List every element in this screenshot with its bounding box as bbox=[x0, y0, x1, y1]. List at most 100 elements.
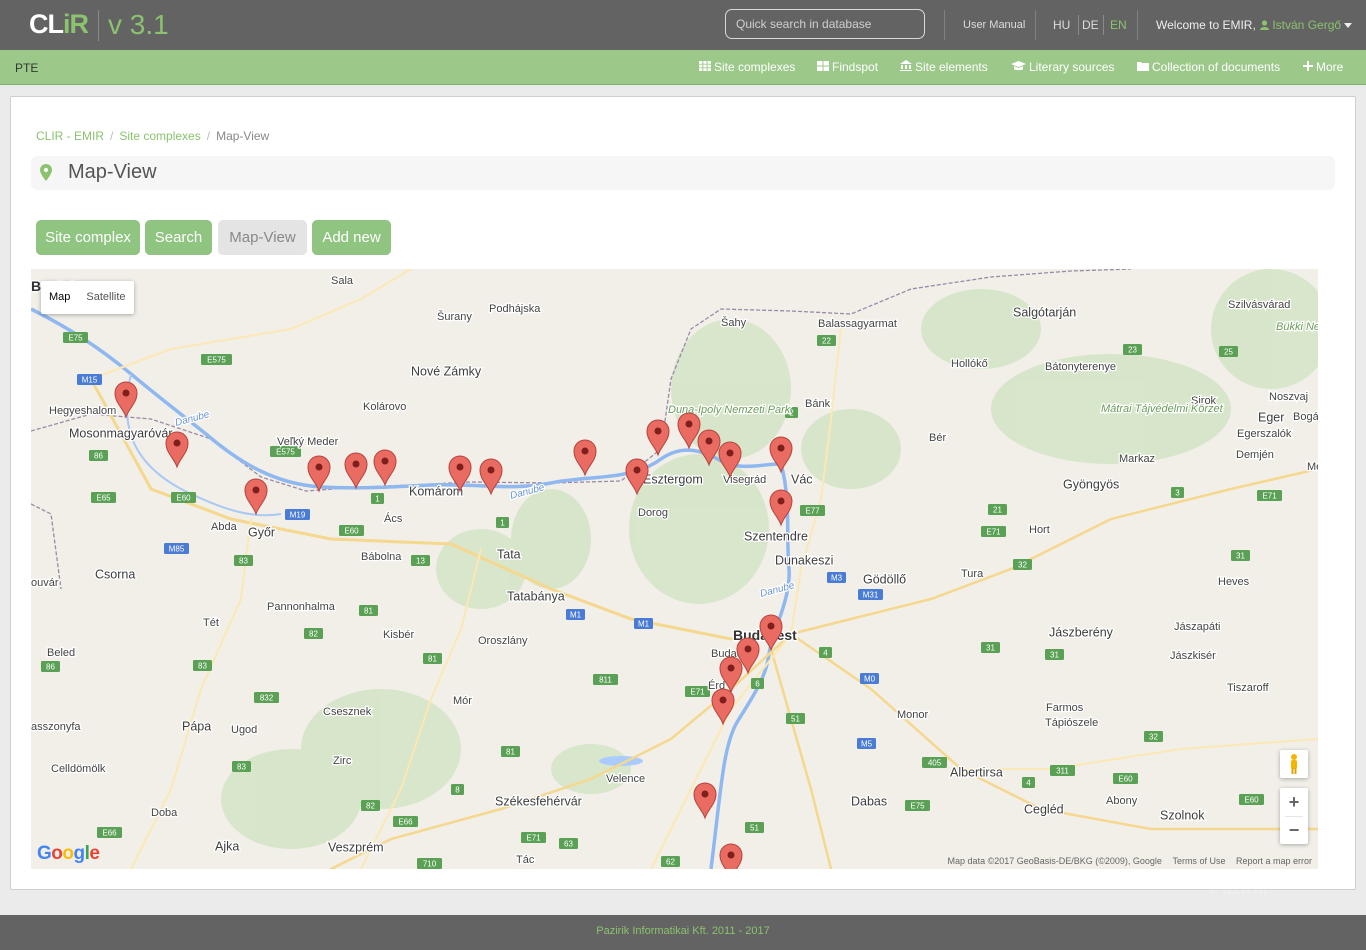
road-shield: 1 bbox=[371, 493, 384, 504]
plus-icon bbox=[1303, 61, 1313, 71]
nav-more[interactable]: More bbox=[1303, 60, 1343, 74]
add-new-button[interactable]: Add new bbox=[312, 220, 391, 255]
site-marker[interactable] bbox=[165, 431, 189, 469]
app-logo[interactable]: CLiR bbox=[29, 9, 89, 40]
road-label: E575 bbox=[207, 356, 226, 365]
road-label: 51 bbox=[750, 824, 759, 833]
map-place-label: Bábolna bbox=[361, 551, 402, 563]
site-marker[interactable] bbox=[373, 449, 397, 487]
site-marker[interactable] bbox=[693, 782, 717, 820]
site-marker[interactable] bbox=[344, 452, 368, 490]
map-type-map-button[interactable]: Map bbox=[41, 281, 78, 314]
road-shield: E71 bbox=[521, 832, 546, 843]
road-label: M15 bbox=[82, 376, 98, 385]
terms-of-use-link[interactable]: Terms of Use bbox=[1172, 856, 1225, 866]
map-place-label: Balassagyarmat bbox=[818, 318, 897, 330]
road-shield: 82 bbox=[361, 800, 380, 811]
nav-findspot[interactable]: Findspot bbox=[817, 60, 878, 74]
nav-site-complexes[interactable]: Site complexes bbox=[699, 60, 795, 74]
site-marker[interactable] bbox=[711, 688, 735, 726]
road-shield: 51 bbox=[745, 822, 764, 833]
road-label: M3 bbox=[831, 574, 843, 583]
road-label: 31 bbox=[1236, 552, 1245, 561]
map-place-label: Jászkisér bbox=[1170, 650, 1216, 662]
street-view-pegman[interactable] bbox=[1280, 750, 1308, 778]
quick-search-input[interactable] bbox=[725, 9, 925, 39]
road-shield: 6 bbox=[751, 678, 764, 689]
pegman-icon bbox=[1291, 754, 1297, 774]
zoom-out-button[interactable]: − bbox=[1280, 816, 1308, 844]
site-marker[interactable] bbox=[114, 381, 138, 419]
map-pin-icon bbox=[693, 782, 717, 820]
zoom-in-button[interactable]: + bbox=[1280, 788, 1308, 816]
road-shield: M31 bbox=[858, 589, 883, 600]
watermark-logo: Pazirik bbox=[1210, 878, 1269, 898]
map-pin-dot bbox=[315, 463, 323, 471]
map-place-label: Celldömölk bbox=[51, 763, 106, 775]
road-label: 22 bbox=[822, 337, 831, 346]
site-marker[interactable] bbox=[646, 419, 670, 457]
user-manual-link[interactable]: User Manual bbox=[963, 19, 1025, 31]
road-label: E71 bbox=[690, 688, 705, 697]
lang-hu-link[interactable]: HU bbox=[1053, 18, 1070, 32]
road-shield: E66 bbox=[393, 816, 418, 827]
map-place-label: Bogács bbox=[1293, 411, 1318, 423]
lang-en-link[interactable]: EN bbox=[1110, 18, 1127, 32]
search-button[interactable]: Search bbox=[145, 220, 212, 255]
road-shield: M1 bbox=[634, 618, 653, 629]
nav-site-elements[interactable]: Site elements bbox=[900, 60, 988, 74]
map-pin-dot bbox=[777, 444, 785, 452]
map-pin-icon bbox=[373, 449, 397, 487]
map-place-label: Heves bbox=[1218, 576, 1250, 588]
map-place-label: Tatabánya bbox=[507, 590, 565, 604]
page-title-bar bbox=[31, 156, 1335, 190]
map-canvas[interactable]: E75E575M15E57586E65 E60M19E6011M8583 13818… bbox=[31, 269, 1318, 869]
road-label: E65 bbox=[96, 494, 111, 503]
user-menu[interactable]: István Gergő bbox=[1260, 18, 1353, 32]
road-label: 31 bbox=[1050, 651, 1059, 660]
road-label: 21 bbox=[993, 506, 1002, 515]
road-label: E71 bbox=[986, 528, 1001, 537]
map-place-label: Pápa bbox=[182, 720, 211, 734]
nav-collection-of-documents[interactable]: Collection of documents bbox=[1137, 60, 1280, 74]
site-marker[interactable] bbox=[479, 458, 503, 496]
site-marker[interactable] bbox=[769, 436, 793, 474]
institution-label: PTE bbox=[15, 61, 39, 75]
road-label: 62 bbox=[666, 858, 675, 867]
user-icon bbox=[1260, 20, 1269, 30]
map-place-label: Šurany bbox=[437, 310, 472, 323]
map-place-label: Monor bbox=[897, 709, 929, 721]
map-pin-dot bbox=[767, 622, 775, 630]
nav-label: Site complexes bbox=[714, 60, 796, 74]
road-shield: 25 bbox=[1219, 346, 1238, 357]
lang-de-link[interactable]: DE bbox=[1082, 18, 1099, 32]
site-marker[interactable] bbox=[719, 843, 743, 869]
breadcrumb-separator: / bbox=[110, 129, 114, 143]
site-marker[interactable] bbox=[244, 478, 268, 516]
map-type-satellite-button[interactable]: Satellite bbox=[78, 281, 133, 314]
road-label: M1 bbox=[638, 620, 650, 629]
map-pin-icon bbox=[769, 436, 793, 474]
zoom-control: + − bbox=[1280, 788, 1308, 844]
road-shield: 8 bbox=[451, 784, 464, 795]
road-shield: E60 bbox=[171, 492, 196, 503]
site-marker[interactable] bbox=[573, 439, 597, 477]
site-complex-button[interactable]: Site complex bbox=[36, 220, 140, 255]
map-type-control: Map Satellite bbox=[41, 281, 134, 314]
breadcrumb-site-complexes[interactable]: Site complexes bbox=[119, 129, 200, 143]
breadcrumb-home[interactable]: CLIR - EMIR bbox=[36, 129, 104, 143]
top-bar: CLiR v 3.1 User Manual HU DE EN Welcome … bbox=[0, 0, 1366, 50]
report-map-error-link[interactable]: Report a map error bbox=[1236, 856, 1312, 866]
breadcrumb: CLIR - EMIR / Site complexes / Map-View bbox=[36, 129, 269, 143]
map-view-button[interactable]: Map-View bbox=[218, 220, 307, 255]
road-label: E75 bbox=[68, 334, 83, 343]
road-label: 32 bbox=[1018, 561, 1027, 570]
nav-literary-sources[interactable]: Literary sources bbox=[1011, 60, 1114, 74]
map-view[interactable]: E75 E575 M15 E575 86 E65 E60 M19 E60 1 1 M85 83 13 81 8… bbox=[31, 269, 1318, 869]
map-place-label: Podhájska bbox=[489, 303, 541, 315]
map-place-label: Ajka bbox=[215, 840, 239, 854]
road-shield: 81 bbox=[423, 653, 442, 664]
road-label: E60 bbox=[176, 494, 191, 503]
map-place-label: Esztergom bbox=[643, 473, 703, 487]
road-shield: 32 bbox=[1013, 559, 1032, 570]
